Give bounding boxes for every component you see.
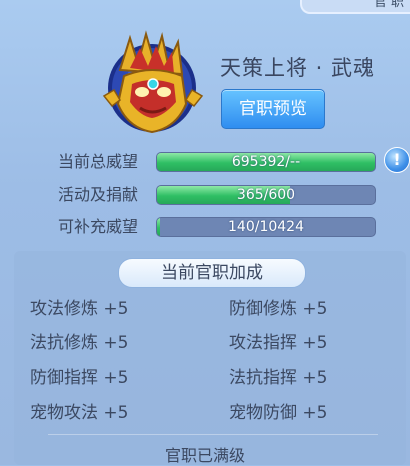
- stat-row-total-prestige: 当前总威望 695392/--: [0, 150, 410, 174]
- bonus-item: 攻法指挥 +5: [229, 333, 328, 353]
- progress-bar-text: 695392/--: [231, 154, 301, 170]
- divider: [48, 434, 378, 435]
- stat-label: 当前总威望: [58, 152, 139, 171]
- bonus-item: 宠物防御 +5: [229, 403, 328, 423]
- stat-label: 可补充威望: [58, 217, 139, 236]
- bonus-item: 攻法修炼 +5: [30, 299, 129, 319]
- bonus-item: 防御指挥 +5: [30, 368, 129, 388]
- panel-title: 官 职: [373, 0, 404, 10]
- rank-preview-button[interactable]: 官职预览: [221, 89, 325, 129]
- rank-maxed-status: 官职已满级: [164, 446, 245, 465]
- progress-bar: 365/600: [156, 185, 376, 205]
- progress-bar: 695392/--: [156, 152, 376, 172]
- stat-label: 活动及捐献: [58, 185, 139, 204]
- panel-title-tab: 官 职: [300, 0, 410, 14]
- progress-bar-text: 365/600: [236, 187, 296, 203]
- rank-title: 天策上将 · 武魂: [220, 56, 376, 80]
- progress-bar-text: 140/10424: [228, 219, 304, 235]
- bonus-item: 法抗修炼 +5: [30, 333, 129, 353]
- progress-bar: 140/10424: [156, 217, 376, 237]
- bonus-item: 宠物攻法 +5: [30, 403, 129, 423]
- info-exclamation-icon[interactable]: !: [384, 147, 410, 173]
- stat-row-activity-donation: 活动及捐献 365/600: [0, 183, 410, 207]
- rank-panel: 官 职 天策上将 · 武魂 官职预览 当前总威望 695392/-- 活动及捐献…: [0, 0, 410, 465]
- bonus-section-header: 当前官职加成: [118, 258, 306, 288]
- bonus-item: 防御修炼 +5: [229, 299, 328, 319]
- helmet-emblem-icon: [102, 30, 204, 134]
- rank-emblem-avatar: [96, 30, 208, 142]
- bonus-item: 法抗指挥 +5: [229, 368, 328, 388]
- stat-row-refillable-prestige: 可补充威望 140/10424: [0, 215, 410, 239]
